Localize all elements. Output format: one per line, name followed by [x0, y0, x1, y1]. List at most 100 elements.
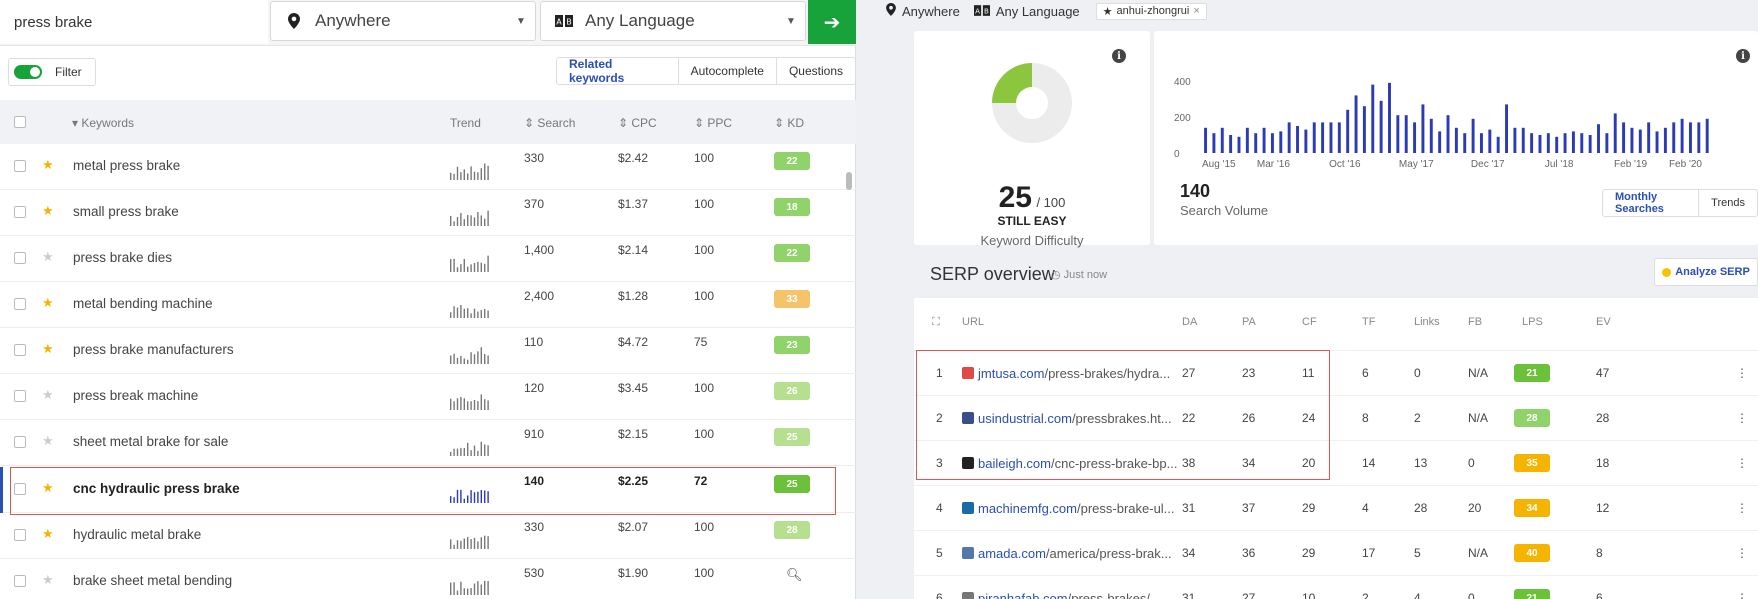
serp-fb: N/A — [1468, 546, 1489, 560]
row-checkbox[interactable] — [14, 298, 26, 310]
keyword-text[interactable]: metal press brake — [73, 158, 180, 173]
search-volume: 1,400 — [524, 243, 555, 257]
row-checkbox[interactable] — [14, 206, 26, 218]
volume-label: Search Volume — [1180, 203, 1269, 218]
serp-rank: 4 — [936, 501, 943, 515]
trend-bar — [450, 582, 452, 595]
svg-text:A: A — [975, 6, 980, 15]
star-icon[interactable]: ★ — [42, 203, 54, 219]
row-checkbox[interactable] — [14, 344, 26, 356]
trend-bar — [450, 398, 452, 410]
star-icon[interactable]: ★ — [42, 157, 54, 173]
more-options-icon[interactable]: ⋮ — [1736, 501, 1748, 515]
info-icon[interactable]: i — [1112, 49, 1126, 63]
keyword-text[interactable]: small press brake — [73, 204, 179, 219]
serp-row[interactable]: 5 amada.com/america/press-brak... 34 36 29 17… — [914, 530, 1758, 576]
tab-questions[interactable]: Questions — [777, 58, 855, 84]
serp-row[interactable]: 4 machinemfg.com/press-brake-ul... 31 37 29 4… — [914, 485, 1758, 531]
serp-row[interactable]: 6 piranhafab.com/press-brakes/31 27 10 2 4 0 21… — [914, 575, 1758, 599]
star-icon[interactable]: ★ — [42, 572, 54, 588]
volume-bar — [1254, 133, 1258, 153]
tab-trends[interactable]: Trends — [1699, 190, 1757, 216]
tab-autocomplete[interactable]: Autocomplete — [679, 58, 777, 84]
tab-monthly-searches[interactable]: Monthly Searches — [1603, 190, 1700, 216]
star-icon[interactable]: ★ — [42, 387, 54, 403]
keyword-search-input[interactable] — [0, 0, 268, 44]
header-cpc[interactable]: ⇕ CPC — [618, 116, 657, 130]
row-checkbox[interactable] — [14, 390, 26, 402]
expand-icon[interactable]: ⛶ — [932, 316, 940, 329]
serp-url[interactable]: piranhafab.com/press-brakes/ — [962, 591, 1150, 599]
more-options-icon[interactable]: ⋮ — [1736, 411, 1748, 425]
scrollbar-thumb[interactable] — [846, 172, 852, 190]
trend-bar — [473, 354, 476, 364]
volume-bar — [1404, 115, 1408, 153]
volume-bar — [1563, 133, 1567, 153]
filter-toggle[interactable] — [14, 65, 42, 79]
language-dropdown[interactable]: AB Any Language ▼ — [540, 1, 806, 41]
serp-ev: 12 — [1596, 501, 1610, 515]
table-row[interactable]: ★ metal press brake 330 $2.42 100 22 — [0, 144, 856, 190]
serp-links: 4 — [1414, 591, 1421, 599]
more-options-icon[interactable]: ⋮ — [1736, 366, 1748, 380]
serp-overview-title: SERP overview — [930, 264, 1055, 284]
serp-url[interactable]: machinemfg.com/press-brake-ul... — [962, 501, 1175, 516]
volume-bar — [1371, 84, 1375, 153]
keyword-text[interactable]: metal bending machine — [73, 296, 213, 311]
keyword-text[interactable]: sheet metal brake for sale — [73, 434, 228, 449]
header-kd-label: KD — [787, 116, 805, 130]
header-ppc[interactable]: ⇕ PPC — [694, 116, 732, 130]
search-bar: Anywhere ▼ AB Any Language ▼ ➔ — [0, 0, 856, 46]
more-options-icon[interactable]: ⋮ — [1736, 456, 1748, 470]
cpc-value: $2.14 — [618, 243, 649, 257]
star-icon[interactable]: ★ — [42, 526, 54, 542]
row-checkbox[interactable] — [14, 575, 26, 587]
star-icon[interactable]: ★ — [42, 249, 54, 265]
more-options-icon[interactable]: ⋮ — [1736, 546, 1748, 560]
trend-bar — [467, 215, 469, 226]
serp-ev: 8 — [1596, 546, 1603, 560]
trend-bar — [484, 163, 486, 180]
table-row[interactable]: ★ press break machine 120 $3.45 100 26 — [0, 374, 856, 420]
select-all-checkbox[interactable] — [14, 116, 26, 128]
keyword-text[interactable]: press brake dies — [73, 250, 172, 265]
serp-url[interactable]: amada.com/america/press-brak... — [962, 546, 1172, 561]
serp-domain: amada.com — [978, 546, 1046, 561]
serp-tf: 8 — [1362, 411, 1369, 425]
table-row[interactable]: ★ sheet metal brake for sale 910 $2.15 100 25 — [0, 420, 856, 466]
row-checkbox[interactable] — [14, 436, 26, 448]
location-dropdown[interactable]: Anywhere ▼ — [270, 1, 536, 41]
keyword-text[interactable]: press brake manufacturers — [73, 342, 234, 357]
star-icon[interactable]: ★ — [42, 295, 54, 311]
more-options-icon[interactable]: ⋮ — [1736, 591, 1748, 599]
row-checkbox[interactable] — [14, 160, 26, 172]
serp-path: /press-brakes/ — [1067, 591, 1150, 599]
ppc-value: 100 — [694, 566, 715, 580]
header-search[interactable]: ⇕ Search — [524, 116, 575, 130]
keyword-text[interactable]: brake sheet metal bending — [73, 573, 232, 588]
close-icon[interactable]: × — [1193, 5, 1199, 17]
tab-related-keywords[interactable]: Related keywords — [557, 57, 679, 85]
table-row[interactable]: ★ brake sheet metal bending 530 $1.90 100 🔍︎ — [0, 559, 856, 599]
star-icon[interactable]: ★ — [42, 433, 54, 449]
row-checkbox[interactable] — [14, 529, 26, 541]
volume-bar — [1479, 133, 1483, 153]
table-row[interactable]: ★ metal bending machine 2,400 $1.28 100 33 — [0, 282, 856, 328]
keyword-text[interactable]: press break machine — [73, 388, 198, 403]
analyze-serp-button[interactable]: Analyze SERP — [1654, 258, 1758, 286]
search-icon[interactable]: 🔍︎ — [786, 567, 803, 583]
search-submit-button[interactable]: ➔ — [808, 0, 856, 44]
row-checkbox[interactable] — [14, 252, 26, 264]
keyword-text[interactable]: hydraulic metal brake — [73, 527, 201, 542]
table-row[interactable]: ★ press brake manufacturers 110 $4.72 75 23 — [0, 328, 856, 374]
table-row[interactable]: ★ press brake dies 1,400 $2.14 100 22 — [0, 236, 856, 282]
header-keywords[interactable]: ▾ Keywords — [72, 116, 134, 130]
domain-chip[interactable]: ★ anhui-zhongrui × — [1095, 2, 1207, 20]
table-row[interactable]: ★ hydraulic metal brake 330 $2.07 100 28 — [0, 513, 856, 559]
table-row[interactable]: ★ small press brake 370 $1.37 100 18 — [0, 190, 856, 236]
info-icon[interactable]: i — [1736, 49, 1750, 63]
donut-fill — [992, 63, 1032, 103]
volume-bar — [1446, 115, 1450, 153]
star-icon[interactable]: ★ — [42, 341, 54, 357]
header-kd[interactable]: ⇕ KD — [774, 116, 804, 130]
